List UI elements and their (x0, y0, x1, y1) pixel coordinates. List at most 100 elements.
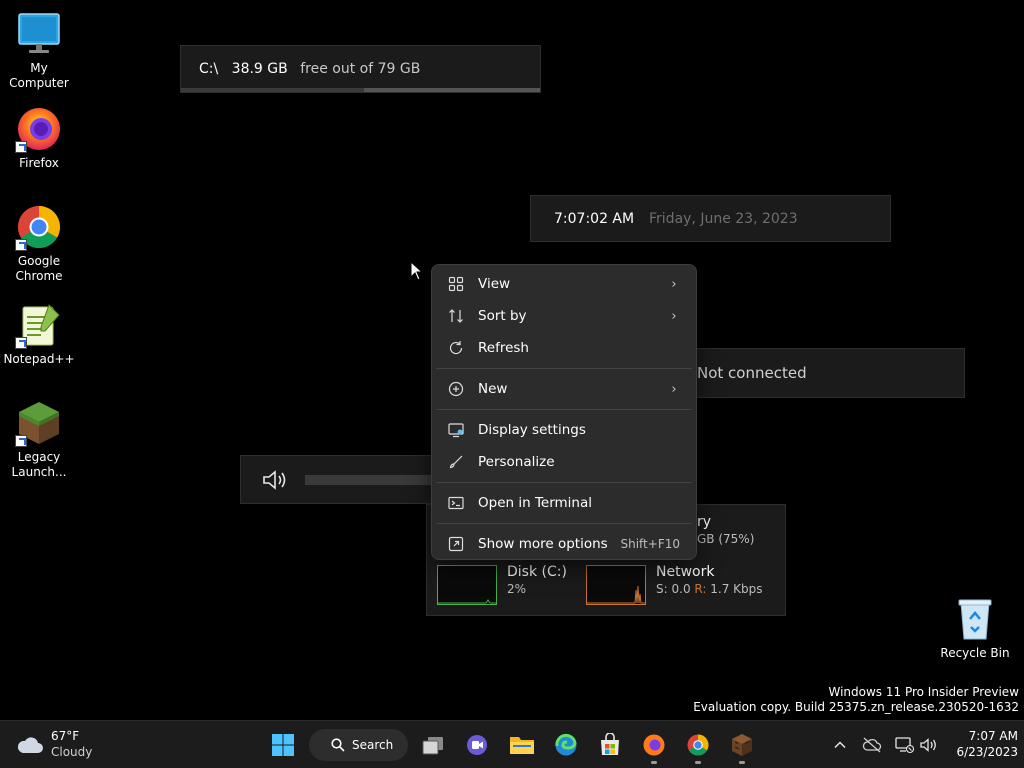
menu-item-view[interactable]: View › (436, 269, 692, 299)
minecraft-block-icon (732, 734, 752, 756)
legacy-launcher-taskbar-button[interactable] (726, 729, 758, 764)
firefox-icon (643, 734, 665, 756)
menu-item-new[interactable]: New › (436, 374, 692, 404)
monitor-icon (15, 10, 63, 58)
running-indicator (739, 761, 745, 764)
menu-item-label: Personalize (478, 454, 555, 470)
free-space-suffix: free out of 79 GB (300, 61, 421, 77)
disk-perf-value: 2% (507, 582, 527, 596)
menu-item-label: Sort by (478, 308, 527, 324)
folder-icon (510, 737, 534, 754)
recycle-bin-icon (951, 595, 999, 643)
firefox-taskbar-button[interactable] (638, 729, 670, 764)
network-status-text: Not connected (697, 364, 807, 382)
disk-graph (437, 565, 497, 605)
disk-perf-label: Disk (C:) (507, 564, 567, 580)
edge-button[interactable] (550, 729, 582, 761)
desktop-icon-recycle-bin[interactable]: Recycle Bin (937, 595, 1013, 661)
network-send-label: S: (656, 582, 668, 596)
network-graph (586, 565, 646, 605)
running-indicator (695, 761, 701, 764)
menu-item-sort-by[interactable]: Sort by › (436, 301, 692, 331)
desktop-icon-my-computer[interactable]: My Computer (1, 10, 77, 91)
clock-time: 7:07:02 AM (554, 211, 635, 227)
menu-separator (436, 409, 692, 410)
plus-circle-icon (447, 380, 465, 398)
store-icon (601, 733, 619, 755)
volume-slider[interactable] (305, 475, 441, 485)
desktop-icon-label: Firefox (19, 156, 59, 170)
desktop-icon-legacy-launcher[interactable]: Legacy Launch... (1, 399, 77, 480)
shortcut-arrow-icon (15, 435, 27, 447)
desktop-icon-notepad-plus-plus[interactable]: Notepad++ (1, 301, 77, 367)
chevron-right-icon: › (671, 308, 677, 324)
clock-date: Friday, June 23, 2023 (649, 211, 798, 227)
network-recv-label: R: (694, 582, 707, 596)
chevron-right-icon: › (671, 276, 677, 292)
chevron-up-icon (834, 741, 846, 749)
start-button[interactable] (267, 729, 299, 761)
desktop-icon-label: Recycle Bin (940, 646, 1010, 660)
menu-item-label: Show more options (478, 536, 608, 552)
clock-widget: 7:07:02 AM Friday, June 23, 2023 (530, 195, 891, 242)
menu-item-personalize[interactable]: Personalize (436, 447, 692, 477)
memory-value: GB (75%) (697, 532, 755, 546)
chrome-icon (15, 203, 63, 251)
shortcut-arrow-icon (15, 337, 27, 349)
shortcut-arrow-icon (15, 239, 27, 251)
chevron-right-icon: › (671, 381, 677, 397)
onedrive-tray-button[interactable] (857, 729, 887, 761)
network-status-widget: Not connected (680, 348, 965, 398)
task-view-icon (422, 737, 443, 755)
disk-space-widget: C:\ 38.9 GB free out of 79 GB (180, 45, 541, 93)
desktop-icon-firefox[interactable]: Firefox (1, 105, 77, 171)
menu-separator (436, 368, 692, 369)
volume-tray-button[interactable] (914, 729, 944, 761)
windows-logo-icon (272, 734, 294, 756)
taskbar: 67°F Cloudy Search 7:07 AM 6/23/2023 (0, 720, 1024, 768)
cloud-icon (16, 735, 44, 759)
chrome-taskbar-button[interactable] (682, 729, 714, 764)
watermark-build: Evaluation copy. Build 25375.zn_release.… (693, 700, 1019, 714)
menu-item-open-in-terminal[interactable]: Open in Terminal (436, 488, 692, 518)
desktop-icon-label: Legacy Launch... (11, 450, 67, 479)
network-recv-value: 1.7 Kbps (710, 582, 763, 596)
menu-item-label: Display settings (478, 422, 586, 438)
memory-label: ry (697, 514, 712, 530)
expand-icon (447, 535, 465, 553)
disk-usage-bar (181, 88, 540, 92)
task-view-button[interactable] (417, 729, 449, 761)
taskbar-time: 7:07 AM (968, 729, 1018, 743)
microsoft-store-button[interactable] (594, 729, 626, 761)
menu-item-refresh[interactable]: Refresh (436, 333, 692, 363)
menu-item-display-settings[interactable]: Display settings (436, 415, 692, 445)
mouse-cursor-icon (410, 260, 424, 285)
free-space-value: 38.9 GB (231, 61, 288, 77)
taskbar-clock[interactable]: 7:07 AM 6/23/2023 (946, 728, 1018, 760)
minecraft-block-icon (15, 399, 63, 447)
menu-item-label: Open in Terminal (478, 495, 592, 511)
weather-temp: 67°F (51, 729, 80, 743)
menu-item-shortcut: Shift+F10 (620, 537, 680, 551)
disk-usage-fill (181, 88, 365, 92)
watermark-edition: Windows 11 Pro Insider Preview (828, 685, 1019, 699)
monitor-icon (447, 421, 465, 439)
show-hidden-icons-button[interactable] (825, 729, 855, 761)
menu-item-label: New (478, 381, 508, 397)
taskbar-date: 6/23/2023 (956, 745, 1018, 759)
desktop-icon-chrome[interactable]: Google Chrome (1, 203, 77, 284)
teams-chat-button[interactable] (461, 729, 493, 761)
weather-widget[interactable]: 67°F Cloudy (14, 727, 124, 763)
sort-icon (447, 307, 465, 325)
brush-icon (447, 453, 465, 471)
file-explorer-button[interactable] (506, 729, 538, 761)
refresh-icon (447, 339, 465, 357)
taskbar-search-button[interactable]: Search (309, 729, 408, 761)
grid-icon (447, 275, 465, 293)
menu-item-show-more-options[interactable]: Show more options Shift+F10 (436, 529, 692, 559)
drive-letter: C:\ (199, 61, 219, 77)
speaker-icon[interactable] (261, 469, 291, 495)
network-perf-label: Network (656, 564, 715, 580)
notepad-plus-plus-icon (15, 301, 63, 349)
chat-icon (467, 735, 487, 755)
